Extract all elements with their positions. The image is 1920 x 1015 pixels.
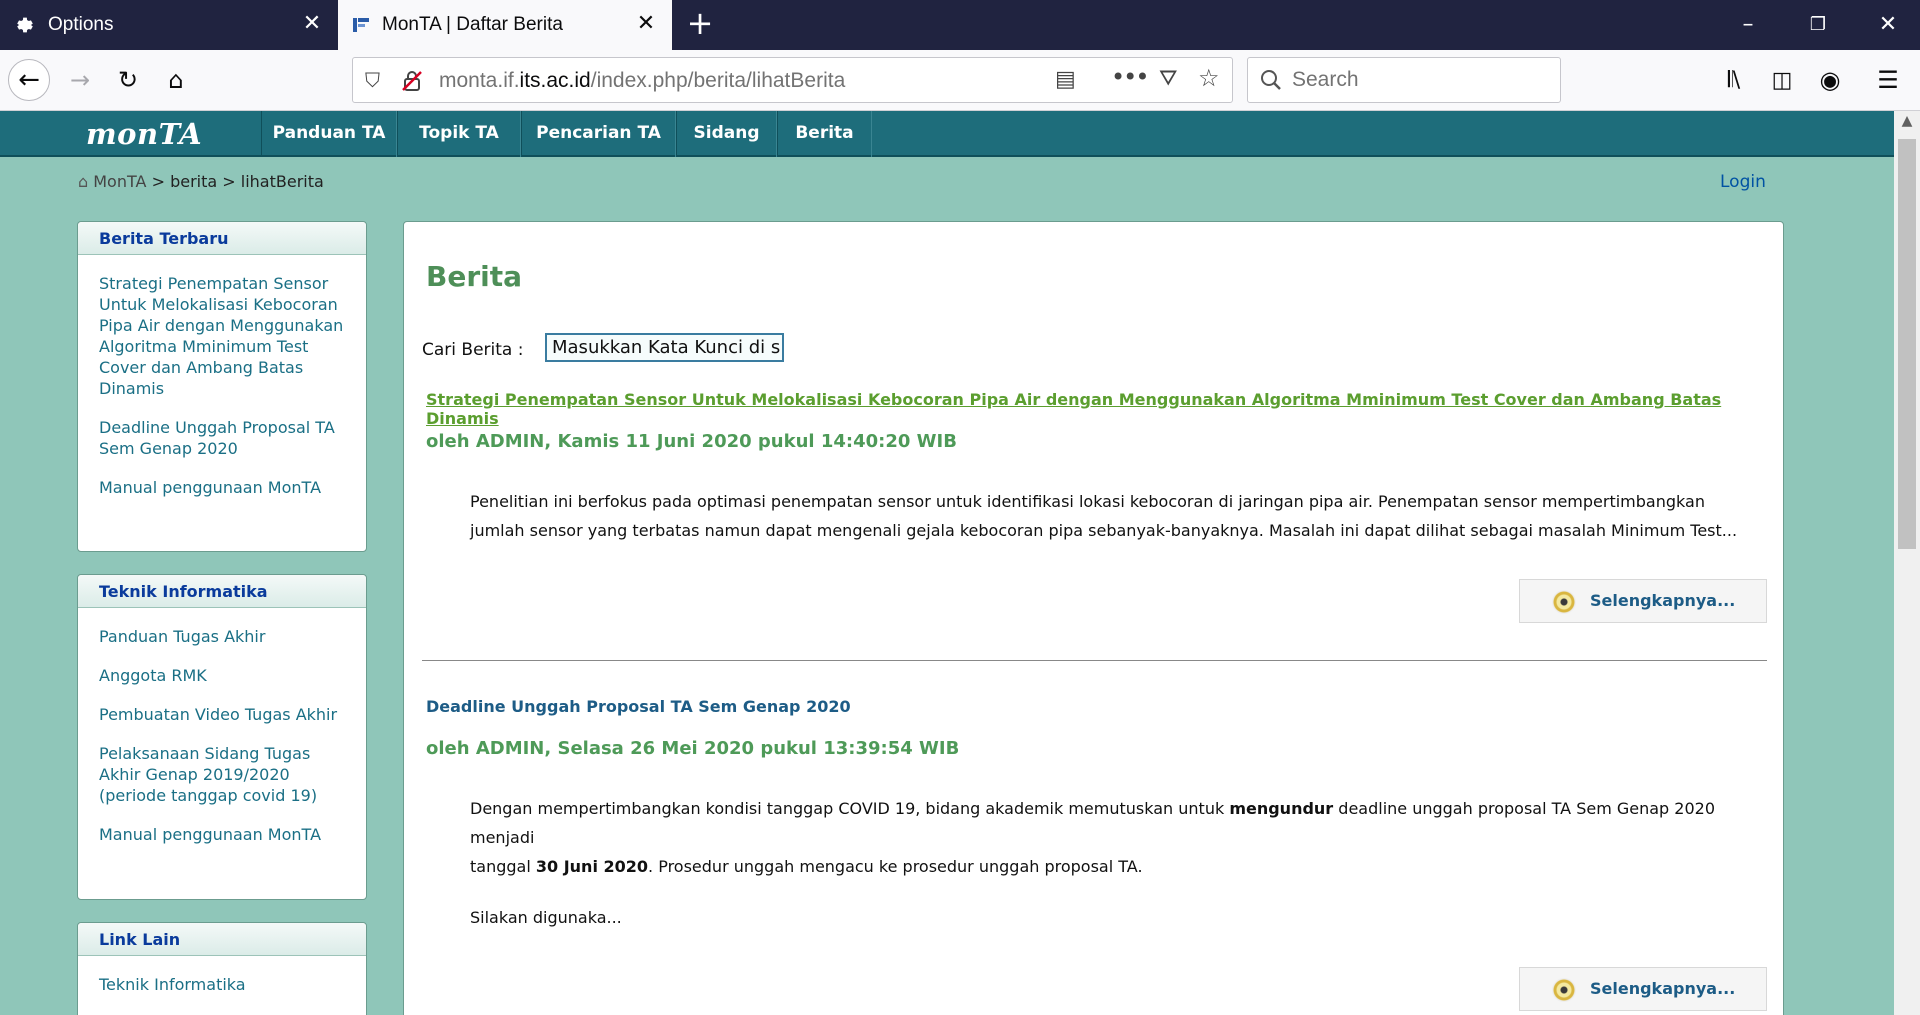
sidebar-link[interactable]: Pembuatan Video Tugas Akhir — [99, 704, 348, 725]
monta-favicon-icon — [353, 18, 369, 32]
back-icon[interactable]: ← — [8, 59, 50, 101]
tab-options-label: Options — [48, 14, 114, 35]
close-tab-icon[interactable]: ✕ — [634, 13, 658, 37]
sidebar-news-link[interactable]: Manual penggunaan MonTA — [99, 477, 348, 498]
breadcrumb-berita[interactable]: berita — [170, 172, 217, 191]
sidebar-link[interactable]: Teknik Informatika — [99, 974, 348, 995]
article-excerpt: Penelitian ini berfokus pada optimasi pe… — [470, 492, 1738, 540]
article-title-link[interactable]: Deadline Unggah Proposal TA Sem Genap 20… — [426, 697, 851, 716]
sidebar-link[interactable]: Pelaksanaan Sidang Tugas Akhir Genap 201… — [99, 743, 348, 806]
forward-icon[interactable]: → — [62, 62, 98, 98]
search-label: Cari Berita : — [422, 340, 524, 360]
bookmark-star-icon[interactable]: ☆ — [1198, 64, 1220, 92]
page-scrollbar[interactable]: ▲ — [1894, 111, 1920, 1015]
home-icon[interactable]: ⌂ — [158, 62, 194, 98]
url-bar[interactable]: ⛉ monta.if.its.ac.id/index.php/berita/li… — [352, 57, 1233, 103]
search-icon — [1261, 70, 1281, 90]
box-title: Teknik Informatika — [78, 575, 366, 608]
scroll-up-icon[interactable]: ▲ — [1894, 113, 1920, 135]
sidebar-link[interactable]: Manual penggunaan MonTA — [99, 824, 348, 845]
breadcrumb-lihatberita: lihatBerita — [240, 172, 324, 191]
menu-panduan-ta[interactable]: Panduan TA — [261, 111, 397, 157]
breadcrumb-separator: > — [222, 172, 236, 191]
menu-pencarian-ta[interactable]: Pencarian TA — [521, 111, 676, 157]
minimize-icon[interactable]: – — [1720, 0, 1776, 50]
gear-icon — [17, 17, 33, 33]
menu-topik-ta[interactable]: Topik TA — [397, 111, 521, 157]
box-title: Berita Terbaru — [78, 222, 366, 255]
close-tab-icon[interactable]: ✕ — [300, 13, 324, 37]
box-title: Link Lain — [78, 923, 366, 956]
site-logo[interactable]: monTA — [86, 117, 202, 151]
search-input[interactable] — [1292, 66, 1552, 94]
sidebar-news-link[interactable]: Strategi Penempatan Sensor Untuk Melokal… — [99, 273, 348, 399]
sidebar-link[interactable]: Panduan Tugas Akhir — [99, 626, 348, 647]
login-link[interactable]: Login — [1720, 172, 1766, 192]
news-search-input[interactable] — [545, 333, 784, 362]
breadcrumb-separator: > — [151, 172, 165, 191]
sidebar-news-link[interactable]: Deadline Unggah Proposal TA Sem Genap 20… — [99, 417, 348, 459]
home-icon[interactable]: ⌂ — [78, 172, 88, 191]
search-bar[interactable] — [1247, 57, 1561, 103]
link-lain-box: Link Lain Teknik Informatika — [77, 922, 367, 1015]
teknik-informatika-box: Teknik Informatika Panduan Tugas Akhir A… — [77, 574, 367, 900]
menu-sidang[interactable]: Sidang — [676, 111, 777, 157]
restore-icon[interactable]: ❐ — [1790, 0, 1846, 50]
sidebar-link[interactable]: Anggota RMK — [99, 665, 348, 686]
article-meta: oleh ADMIN, Selasa 26 Mei 2020 pukul 13:… — [426, 738, 960, 759]
divider — [422, 660, 1767, 661]
account-icon[interactable]: ◉ — [1812, 62, 1848, 98]
eye-icon — [1552, 590, 1576, 614]
tab-monta[interactable]: MonTA | Daftar Berita ✕ — [338, 0, 672, 50]
site-header: monTA Panduan TA Topik TA Pencarian TA S… — [0, 111, 1894, 157]
new-tab-button[interactable]: + — [684, 7, 716, 40]
window-close-icon[interactable]: ✕ — [1860, 0, 1916, 50]
browser-tab-bar: Options ✕ MonTA | Daftar Berita ✕ + – ❐ … — [0, 0, 1920, 50]
read-more-button[interactable]: Selengkapnya... — [1519, 579, 1767, 623]
read-more-button[interactable]: Selengkapnya... — [1519, 967, 1767, 1011]
reader-view-icon[interactable]: ▤ — [1055, 67, 1076, 92]
menu-icon[interactable]: ☰ — [1870, 62, 1906, 98]
scrollbar-thumb[interactable] — [1898, 139, 1916, 549]
tab-options[interactable]: Options ✕ — [0, 0, 338, 50]
library-icon[interactable]: 𝄃\ — [1716, 62, 1752, 98]
eye-icon — [1552, 978, 1576, 1002]
page-title: Berita — [426, 260, 523, 293]
tab-monta-label: MonTA | Daftar Berita — [382, 14, 563, 35]
sidebar-toggle-icon[interactable]: ◫ — [1764, 62, 1800, 98]
reload-icon[interactable]: ↻ — [110, 62, 146, 98]
breadcrumb: ⌂ MonTA > berita > lihatBerita — [78, 172, 324, 191]
menu-berita[interactable]: Berita — [777, 111, 872, 157]
url-text[interactable]: monta.if.its.ac.id/index.php/berita/liha… — [439, 69, 845, 93]
web-page: monTA Panduan TA Topik TA Pencarian TA S… — [0, 111, 1894, 1015]
article-meta: oleh ADMIN, Kamis 11 Juni 2020 pukul 14:… — [426, 431, 957, 452]
browser-nav-bar: ← → ↻ ⌂ ⛉ monta.if.its.ac.id/index.php/b… — [0, 50, 1920, 111]
page-actions-icon[interactable]: ••• — [1111, 63, 1149, 91]
article-title-link[interactable]: Strategi Penempatan Sensor Untuk Melokal… — [426, 390, 1783, 428]
article-excerpt: Dengan mempertimbangkan kondisi tanggap … — [470, 799, 1716, 927]
breadcrumb-monta[interactable]: MonTA — [93, 172, 146, 191]
news-content-panel: Berita Cari Berita : Strategi Penempatan… — [403, 221, 1784, 1015]
shield-icon[interactable]: ⛉ — [365, 68, 380, 92]
pocket-icon[interactable]: ⛛ — [1159, 66, 1177, 91]
insecure-lock-icon[interactable] — [401, 70, 423, 92]
berita-terbaru-box: Berita Terbaru Strategi Penempatan Senso… — [77, 221, 367, 552]
